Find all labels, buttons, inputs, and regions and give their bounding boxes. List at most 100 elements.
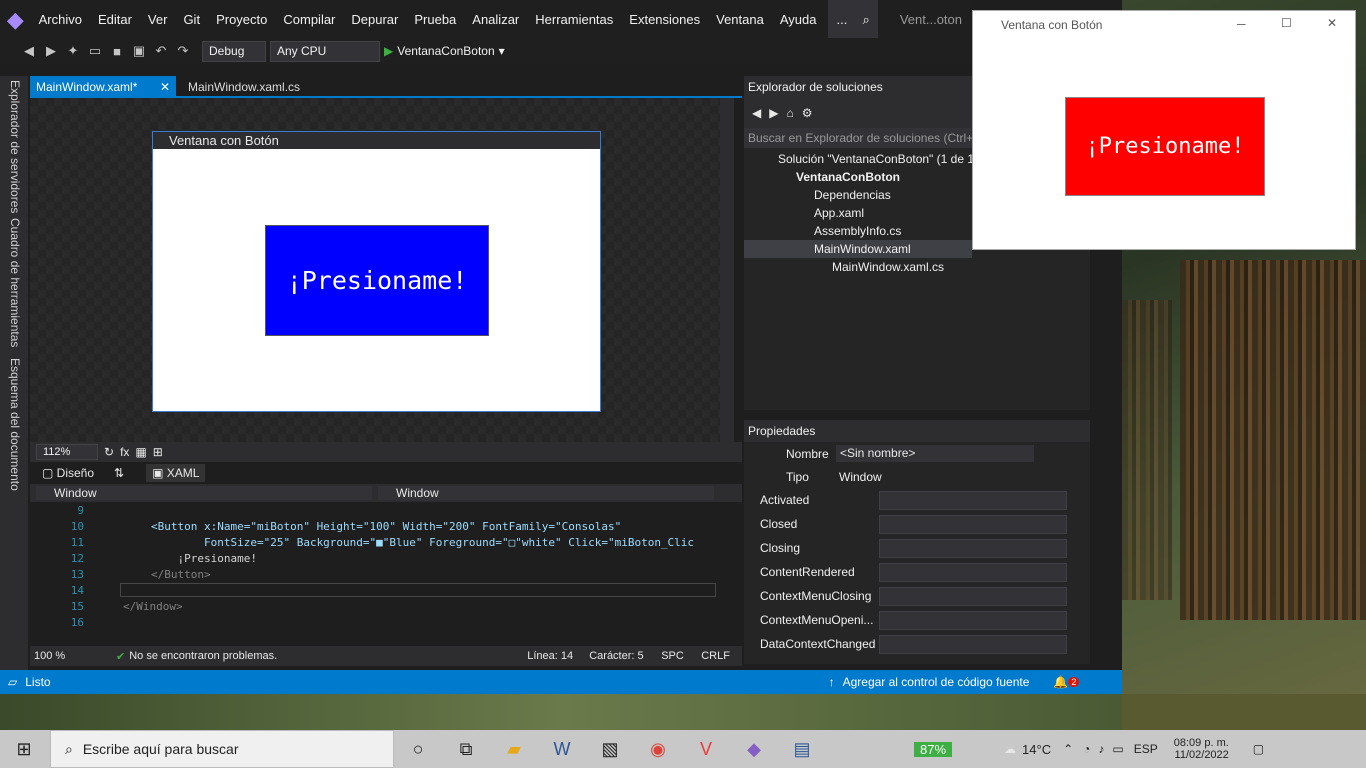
event-handler-field[interactable] <box>879 587 1067 606</box>
menu-ver[interactable]: Ver <box>140 0 176 40</box>
undo-icon[interactable]: ↶ <box>152 43 170 59</box>
action-center-icon[interactable]: ▢ <box>1253 742 1264 756</box>
close-icon[interactable]: ✕ <box>160 76 170 98</box>
chrome-icon[interactable]: ◉ <box>634 730 682 768</box>
current-line-highlight <box>120 583 716 597</box>
temperature[interactable]: 14°C <box>1022 742 1051 757</box>
platform-dropdown[interactable]: Any CPU <box>270 40 380 62</box>
menu-prueba[interactable]: Prueba <box>406 0 464 40</box>
back-icon[interactable]: ◀ <box>752 106 761 120</box>
app-window-icon[interactable]: ▤ <box>778 730 826 768</box>
menu-ayuda[interactable]: Ayuda <box>772 0 825 40</box>
name-field[interactable]: <Sin nombre> <box>836 445 1034 462</box>
visual-studio-icon[interactable]: ◆ <box>730 730 778 768</box>
event-handler-field[interactable] <box>879 515 1067 534</box>
tree-project[interactable]: VentanaConBoton <box>796 168 900 186</box>
menu-herramientas[interactable]: Herramientas <box>527 0 621 40</box>
event-handler-field[interactable] <box>879 635 1067 654</box>
wallpaper-bookshelf <box>1122 300 1172 600</box>
xaml-code-editor[interactable]: 9 10 11 12 13 14 15 16 <Button x:Name="m… <box>30 502 720 646</box>
menu-compilar[interactable]: Compilar <box>275 0 343 40</box>
forward-icon[interactable]: ▶ <box>42 43 60 59</box>
start-debug-button[interactable]: ▶ VentanaConBoton ▾ <box>384 44 505 58</box>
tree-mainwindow-xaml-cs[interactable]: MainWindow.xaml.cs <box>832 258 944 276</box>
file-explorer-icon[interactable]: ▰ <box>490 730 538 768</box>
configuration-dropdown[interactable]: Debug <box>202 40 266 62</box>
save-icon[interactable]: ■ <box>108 44 126 59</box>
event-handler-field[interactable] <box>879 611 1067 630</box>
event-handler-field[interactable] <box>879 539 1067 558</box>
source-control-button[interactable]: Agregar al control de código fuente <box>843 675 1030 689</box>
home-icon[interactable]: ⌂ <box>786 106 793 120</box>
line-number: 12 <box>70 552 84 565</box>
issues-status[interactable]: No se encontraron problemas. <box>129 650 309 662</box>
close-icon[interactable]: ✕ <box>1327 16 1337 30</box>
task-view-icon[interactable]: ⧉ <box>442 730 490 768</box>
bell-icon[interactable]: 🔔 <box>1053 675 1068 689</box>
design-tab[interactable]: ▢ Diseño <box>42 466 94 480</box>
editor-zoom[interactable]: 100 % <box>34 650 94 662</box>
toolbox-tab[interactable]: Cuadro de herramientas <box>8 218 22 347</box>
fx-icon[interactable]: fx <box>120 445 129 459</box>
settings-icon[interactable]: ⚙ <box>802 106 813 120</box>
search-box[interactable]: ... ⌕ <box>828 0 878 40</box>
windows-start-icon[interactable]: ⊞ <box>0 730 48 768</box>
menu-extensiones[interactable]: Extensiones <box>621 0 708 40</box>
code-line-13: </Button> <box>151 568 211 581</box>
forward-icon[interactable]: ▶ <box>769 106 778 120</box>
menu-ventana[interactable]: Ventana <box>708 0 772 40</box>
document-outline-tab[interactable]: Esquema del documento <box>8 358 22 491</box>
menu-depurar[interactable]: Depurar <box>343 0 406 40</box>
new-project-icon[interactable]: ✦ <box>64 43 82 59</box>
tree-solution[interactable]: Solución "VentanaConBoton" (1 de 1 <box>778 150 974 168</box>
tree-dependencias[interactable]: Dependencias <box>814 186 891 204</box>
menu-analizar[interactable]: Analizar <box>464 0 527 40</box>
open-icon[interactable]: ▭ <box>86 43 104 59</box>
language-indicator[interactable]: ESP <box>1134 742 1158 756</box>
tray-chevron-icon[interactable]: ⌃ <box>1063 742 1073 756</box>
save-all-icon[interactable]: ▣ <box>130 43 148 59</box>
tree-mainwindow-xaml[interactable]: MainWindow.xaml <box>814 240 911 258</box>
swap-panes-icon[interactable]: ⇅ <box>114 466 124 480</box>
photos-icon[interactable]: ▧ <box>586 730 634 768</box>
cortana-icon[interactable]: ○ <box>394 730 442 768</box>
event-handler-field[interactable] <box>879 563 1067 582</box>
battery-icon[interactable]: ▭ <box>1112 742 1123 756</box>
maximize-icon[interactable]: ☐ <box>1281 16 1292 30</box>
event-handler-field[interactable] <box>879 491 1067 510</box>
battery-indicator[interactable]: 87% <box>914 741 953 757</box>
refresh-icon[interactable]: ↻ <box>104 445 114 459</box>
taskbar-search[interactable]: ⌕ Escribe aquí para buscar <box>50 730 394 768</box>
wifi-icon[interactable]: ◔ <box>1083 742 1090 756</box>
server-explorer-tab[interactable]: Explorador de servidores <box>8 80 22 213</box>
nav-right-dropdown[interactable]: Window <box>378 486 714 500</box>
tab-mainwindow-xaml[interactable]: MainWindow.xaml* ✕ <box>30 76 176 98</box>
clock[interactable]: 08:09 p. m. 11/02/2022 <box>1174 737 1229 761</box>
designer-scrollbar[interactable] <box>720 98 734 442</box>
menu-editar[interactable]: Editar <box>90 0 140 40</box>
snap-icon[interactable]: ⊞ <box>153 445 163 459</box>
word-icon[interactable]: W <box>538 730 586 768</box>
menu-git[interactable]: Git <box>175 0 208 40</box>
nav-left-dropdown[interactable]: Window <box>36 486 372 500</box>
minimize-icon[interactable]: ─ <box>1237 17 1246 31</box>
presioname-button[interactable]: ¡Presioname! <box>1065 97 1265 196</box>
designer-zoom-dropdown[interactable]: 112% <box>36 444 98 460</box>
tab-mainwindow-xaml-cs[interactable]: MainWindow.xaml.cs <box>182 76 306 98</box>
vs-title: Vent...oton <box>899 12 962 27</box>
redo-icon[interactable]: ↷ <box>174 43 192 59</box>
vivaldi-icon[interactable]: V <box>682 730 730 768</box>
tree-app-xaml[interactable]: App.xaml <box>814 204 864 222</box>
code-line-10: <Button x:Name="miBoton" Height="100" Wi… <box>151 520 622 533</box>
designer-window-preview[interactable]: Ventana con Botón ¡Presioname! <box>152 131 601 412</box>
volume-icon[interactable]: ♪ <box>1098 742 1104 756</box>
running-app-window[interactable]: Ventana con Botón ─ ☐ ✕ ¡Presioname! <box>972 10 1356 250</box>
tree-assemblyinfo[interactable]: AssemblyInfo.cs <box>814 222 901 240</box>
menu-archivo[interactable]: Archivo <box>31 0 90 40</box>
designer-button-preview[interactable]: ¡Presioname! <box>265 225 489 336</box>
xaml-tab[interactable]: ▣ XAML <box>146 464 206 482</box>
back-icon[interactable]: ◀ <box>20 43 38 59</box>
grid-icon[interactable]: ▦ <box>135 445 146 459</box>
menu-proyecto[interactable]: Proyecto <box>208 0 275 40</box>
run-target-label: VentanaConBoton <box>397 44 495 58</box>
